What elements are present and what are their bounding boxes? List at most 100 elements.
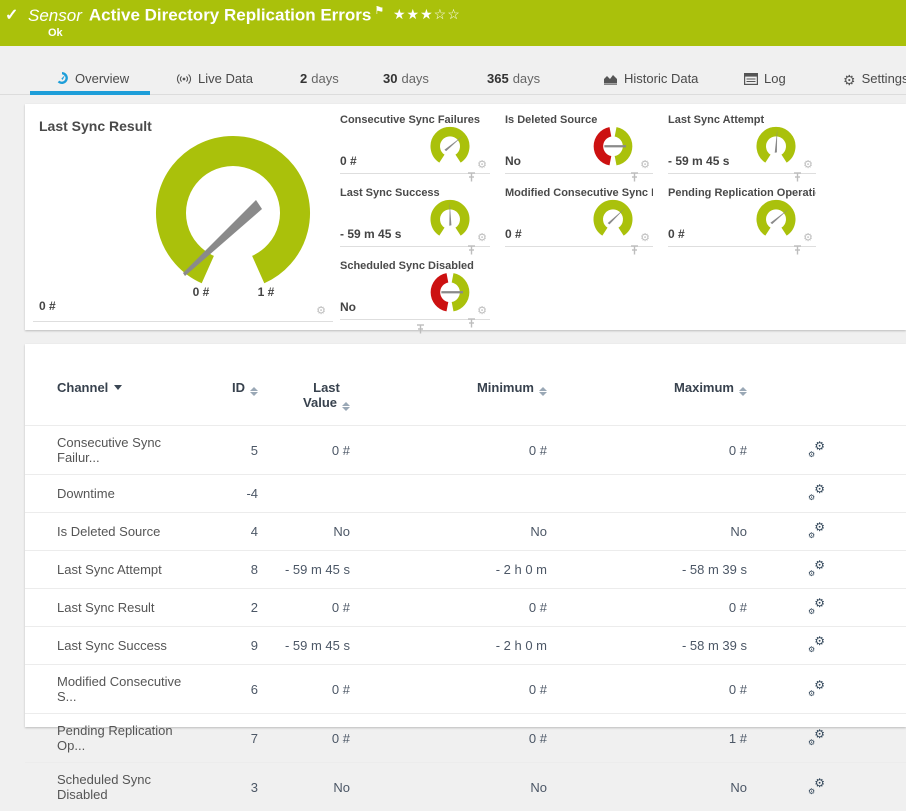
channel-row[interactable]: Last Sync Attempt 8 - 59 m 45 s - 2 h 0 … bbox=[25, 551, 906, 589]
main-gauge-panel: Last Sync Result 0 # 1 # 0 # ⚙ bbox=[33, 110, 333, 322]
small-gauge-value: - 59 m 45 s bbox=[340, 227, 401, 241]
sort-arrows-icon bbox=[342, 402, 350, 411]
active-tab-underline bbox=[30, 91, 150, 95]
channel-last-value bbox=[258, 475, 350, 513]
column-header-minimum[interactable]: Minimum bbox=[350, 374, 547, 426]
channel-name[interactable]: Last Sync Success bbox=[25, 627, 198, 665]
channel-row[interactable]: Is Deleted Source 4 No No No ⚙⚙ bbox=[25, 513, 906, 551]
sort-arrows-icon bbox=[539, 387, 547, 396]
channels-table: Channel ID Last Value Minimum Maximum Co… bbox=[25, 374, 906, 811]
sensor-title: Active Directory Replication Errors bbox=[89, 6, 371, 25]
channel-settings-icon[interactable]: ⚙⚙ bbox=[807, 729, 825, 745]
panel-gear-icon[interactable]: ⚙ bbox=[316, 306, 326, 317]
tab-live-data[interactable]: Live Data bbox=[176, 71, 253, 88]
gauges-card: Last Sync Result 0 # 1 # 0 # ⚙ Consecuti… bbox=[25, 104, 906, 330]
channel-id: 4 bbox=[198, 513, 258, 551]
column-header-channel[interactable]: Channel bbox=[25, 374, 198, 426]
channel-minimum bbox=[350, 475, 547, 513]
channel-name[interactable]: Scheduled Sync Disabled bbox=[25, 763, 198, 811]
tab-30-days[interactable]: 30days bbox=[383, 71, 429, 86]
channel-last-value: No bbox=[258, 763, 350, 811]
small-gauge-title: Is Deleted Source bbox=[505, 114, 597, 126]
channel-minimum: No bbox=[350, 513, 547, 551]
log-list-icon bbox=[744, 73, 758, 88]
channel-settings-icon[interactable]: ⚙⚙ bbox=[807, 560, 825, 576]
small-gauge bbox=[424, 195, 476, 247]
small-gauge-value: No bbox=[505, 154, 521, 168]
channel-name[interactable]: Is Deleted Source bbox=[25, 513, 198, 551]
channel-minimum: 0 # bbox=[350, 426, 547, 475]
channel-row[interactable]: Last Sync Success 9 - 59 m 45 s - 2 h 0 … bbox=[25, 627, 906, 665]
tab-historic-data-label: Historic Data bbox=[624, 71, 698, 86]
priority-flag-icon[interactable]: ⚑ bbox=[374, 5, 384, 17]
table-header-row: Channel ID Last Value Minimum Maximum bbox=[25, 374, 906, 426]
gear-icon: ⚙ bbox=[843, 73, 856, 87]
channel-settings-icon[interactable]: ⚙⚙ bbox=[807, 441, 825, 457]
tab-settings[interactable]: ⚙ Settings bbox=[843, 71, 906, 87]
channel-maximum: No bbox=[547, 513, 747, 551]
small-gauge-value: 0 # bbox=[668, 227, 685, 241]
tab-historic-data[interactable]: Historic Data bbox=[603, 71, 698, 88]
channel-maximum: - 58 m 39 s bbox=[547, 551, 747, 589]
small-gauge-panel: Last Sync Attempt - 59 m 45 s ⚙ bbox=[668, 110, 816, 174]
tab-2-days[interactable]: 2days bbox=[300, 71, 339, 86]
column-header-actions bbox=[747, 374, 906, 426]
tab-settings-label: Settings bbox=[862, 71, 906, 86]
channel-row[interactable]: Scheduled Sync Disabled 3 No No No ⚙⚙ bbox=[25, 763, 906, 811]
channel-settings-icon[interactable]: ⚙⚙ bbox=[807, 522, 825, 538]
channel-last-value: 0 # bbox=[258, 714, 350, 763]
channel-row[interactable]: Last Sync Result 2 0 # 0 # 0 # ⚙⚙ bbox=[25, 589, 906, 627]
priority-stars[interactable]: ★★★☆☆ bbox=[393, 6, 461, 23]
channel-name[interactable]: Modified Consecutive S... bbox=[25, 665, 198, 714]
channel-name[interactable]: Pending Replication Op... bbox=[25, 714, 198, 763]
column-header-maximum[interactable]: Maximum bbox=[547, 374, 747, 426]
small-gauge bbox=[587, 195, 639, 247]
channel-name[interactable]: Consecutive Sync Failur... bbox=[25, 426, 198, 475]
tab-overview[interactable]: Overview bbox=[55, 71, 129, 88]
column-header-id[interactable]: ID bbox=[198, 374, 258, 426]
small-gauge bbox=[750, 195, 802, 247]
channel-settings-icon[interactable]: ⚙⚙ bbox=[807, 598, 825, 614]
small-gauge bbox=[424, 122, 476, 174]
sort-arrows-icon bbox=[250, 387, 258, 396]
small-gauge-panel: Last Sync Success - 59 m 45 s ⚙ bbox=[340, 183, 490, 247]
channel-row[interactable]: Pending Replication Op... 7 0 # 0 # 1 # … bbox=[25, 714, 906, 763]
panel-gear-icon[interactable]: ⚙ bbox=[477, 233, 487, 244]
boolean-gauge bbox=[587, 122, 639, 174]
channel-row[interactable]: Modified Consecutive S... 6 0 # 0 # 0 # … bbox=[25, 665, 906, 714]
panel-gear-icon[interactable]: ⚙ bbox=[477, 160, 487, 171]
small-gauge-value: 0 # bbox=[505, 227, 522, 241]
channel-name[interactable]: Last Sync Result bbox=[25, 589, 198, 627]
tab-overview-label: Overview bbox=[75, 71, 129, 86]
channel-maximum: 0 # bbox=[547, 426, 747, 475]
channel-minimum: No bbox=[350, 763, 547, 811]
small-gauge-panel: Is Deleted Source No ⚙ bbox=[505, 110, 653, 174]
panel-gear-icon[interactable]: ⚙ bbox=[640, 160, 650, 171]
channel-row[interactable]: Downtime -4 ⚙⚙ bbox=[25, 475, 906, 513]
panel-gear-icon[interactable]: ⚙ bbox=[640, 233, 650, 244]
channel-settings-icon[interactable]: ⚙⚙ bbox=[807, 484, 825, 500]
tab-2-days-word: days bbox=[311, 71, 338, 86]
area-chart-icon bbox=[603, 73, 618, 88]
tab-log-label: Log bbox=[764, 71, 786, 86]
channel-minimum: 0 # bbox=[350, 714, 547, 763]
channel-settings-icon[interactable]: ⚙⚙ bbox=[807, 636, 825, 652]
channel-settings-icon[interactable]: ⚙⚙ bbox=[807, 680, 825, 696]
channel-name[interactable]: Downtime bbox=[25, 475, 198, 513]
channel-minimum: - 2 h 0 m bbox=[350, 627, 547, 665]
tab-365-days[interactable]: 365days bbox=[487, 71, 540, 86]
panel-gear-icon[interactable]: ⚙ bbox=[803, 233, 813, 244]
live-data-icon bbox=[176, 73, 192, 88]
sort-arrows-icon bbox=[739, 387, 747, 396]
small-gauge-value: - 59 m 45 s bbox=[668, 154, 729, 168]
panel-gear-icon[interactable]: ⚙ bbox=[477, 306, 487, 317]
panel-gear-icon[interactable]: ⚙ bbox=[803, 160, 813, 171]
channel-name[interactable]: Last Sync Attempt bbox=[25, 551, 198, 589]
tab-log[interactable]: Log bbox=[744, 71, 786, 88]
tab-30-days-word: days bbox=[401, 71, 428, 86]
channel-settings-icon[interactable]: ⚙⚙ bbox=[807, 778, 825, 794]
column-header-last-value[interactable]: Last Value bbox=[258, 374, 350, 426]
channel-row[interactable]: Consecutive Sync Failur... 5 0 # 0 # 0 #… bbox=[25, 426, 906, 475]
channel-maximum: No bbox=[547, 763, 747, 811]
small-gauge-panel: Pending Replication Operatio... 0 # ⚙ bbox=[668, 183, 816, 247]
